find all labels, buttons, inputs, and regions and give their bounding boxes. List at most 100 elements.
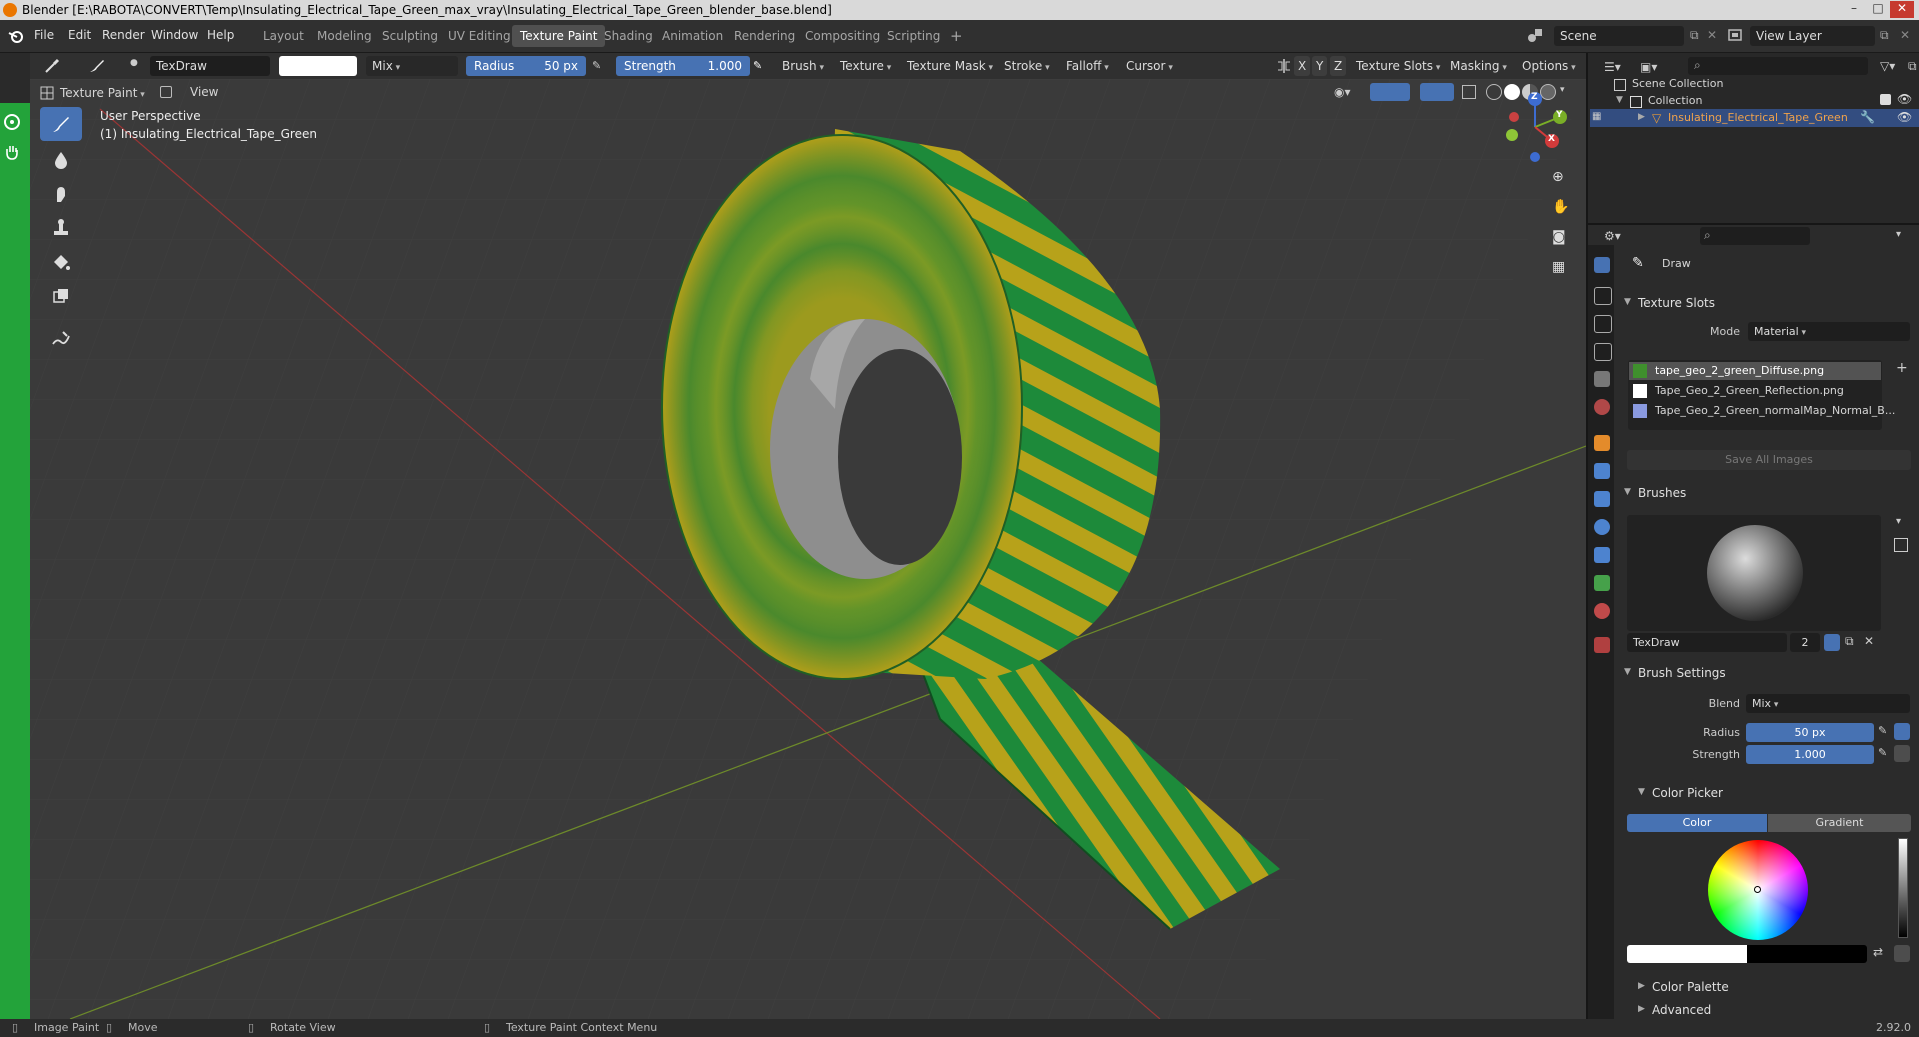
texture-slot-2[interactable]: Tape_Geo_2_Green_Reflection.png <box>1655 384 1844 397</box>
gizmo-toggle-icon[interactable] <box>1370 83 1410 101</box>
radius-setting-slider[interactable]: 50 px <box>1746 723 1874 742</box>
color-palette-section[interactable]: ▶ Color Palette <box>1634 976 1914 1000</box>
fake-user-shield-icon[interactable] <box>1824 634 1840 651</box>
radius-pressure-icon[interactable]: ✎ <box>592 59 601 72</box>
properties-editor-icon[interactable]: ⚙▾ <box>1604 229 1621 243</box>
tab-rendering[interactable]: Rendering <box>726 25 803 47</box>
output-tab-icon[interactable] <box>1594 315 1612 333</box>
object-visibility-icon[interactable]: 👁 <box>1897 110 1912 124</box>
new-view-layer-icon[interactable]: ⧉ <box>1880 28 1889 43</box>
blend-dropdown[interactable]: Mix <box>1746 694 1910 713</box>
color-options-icon[interactable] <box>1894 945 1910 962</box>
color-tab[interactable]: Color <box>1627 814 1767 832</box>
radius-pressure-toggle-icon[interactable]: ✎ <box>1878 724 1887 737</box>
primary-secondary-color-bar[interactable] <box>1627 945 1867 963</box>
mirror-x-toggle[interactable]: X <box>1294 56 1311 76</box>
view-layer-field[interactable]: View Layer <box>1750 26 1875 46</box>
maximize-button[interactable]: □ <box>1866 1 1890 18</box>
texture-slots-section[interactable]: ▼ Texture Slots <box>1620 292 1919 316</box>
pan-view-icon[interactable]: ✋ <box>1552 199 1569 215</box>
material-tab-icon[interactable] <box>1594 603 1610 619</box>
object-expand-arrow[interactable]: ▶ <box>1638 112 1645 122</box>
brush-color-swatch[interactable] <box>279 56 357 76</box>
constraints-tab-icon[interactable] <box>1594 547 1610 563</box>
mask-tool-button[interactable] <box>40 279 82 313</box>
options-menu[interactable]: Options <box>1518 56 1580 76</box>
tab-uv-editing[interactable]: UV Editing <box>440 25 519 47</box>
navigation-gizmo[interactable]: Z Y X <box>1500 89 1570 164</box>
tab-animation[interactable]: Animation <box>654 25 731 47</box>
data-tab-icon[interactable] <box>1594 575 1610 591</box>
tab-modeling[interactable]: Modeling <box>309 25 380 47</box>
collection-expand-arrow[interactable]: ▼ <box>1616 95 1623 105</box>
color-wheel[interactable] <box>1708 840 1808 940</box>
object-name-label[interactable]: Insulating_Electrical_Tape_Green <box>1668 111 1848 124</box>
brush-list-dropdown-icon[interactable]: ▾ <box>1896 516 1901 527</box>
brush-menu[interactable]: Brush <box>778 56 828 76</box>
tab-sculpting[interactable]: Sculpting <box>374 25 446 47</box>
properties-options-icon[interactable]: ▾ <box>1896 229 1901 240</box>
unlink-brush-icon[interactable]: ✕ <box>1864 634 1874 648</box>
draw-tool-button[interactable] <box>40 107 82 141</box>
mask-toggle-icon[interactable] <box>160 86 172 98</box>
render-tab-icon[interactable] <box>1594 287 1612 305</box>
brush-name-input[interactable]: TexDraw <box>1627 633 1787 652</box>
scene-icon[interactable] <box>1527 27 1543 43</box>
add-workspace-button[interactable]: + <box>942 25 971 47</box>
navigate-icon[interactable] <box>3 113 21 131</box>
clone-tool-button[interactable] <box>40 211 82 245</box>
menu-edit[interactable]: Edit <box>68 28 91 42</box>
tab-texture-paint[interactable]: Texture Paint <box>512 25 606 47</box>
texture-slot-3[interactable]: Tape_Geo_2_Green_normalMap_Normal_B... <box>1655 404 1895 417</box>
delete-scene-icon[interactable]: ✕ <box>1707 28 1717 42</box>
brush-settings-section[interactable]: ▼ Brush Settings <box>1620 662 1919 686</box>
view-layer-tab-icon[interactable] <box>1594 343 1612 361</box>
zoom-icon[interactable]: ⊕ <box>1552 169 1564 185</box>
properties-search-input[interactable] <box>1700 227 1810 245</box>
view-menu[interactable]: View <box>190 85 218 99</box>
physics-tab-icon[interactable] <box>1594 519 1610 535</box>
strength-slider[interactable]: Strength 1.000 <box>616 56 750 76</box>
tab-compositing[interactable]: Compositing <box>797 25 888 47</box>
delete-view-layer-icon[interactable]: ✕ <box>1900 28 1910 42</box>
scene-name-field[interactable]: Scene <box>1554 26 1684 46</box>
xray-toggle-icon[interactable] <box>1462 85 1476 99</box>
minimize-button[interactable]: – <box>1842 1 1866 18</box>
swap-colors-icon[interactable]: ⇄ <box>1873 945 1883 959</box>
outliner-search-input[interactable] <box>1688 57 1868 75</box>
tab-scripting[interactable]: Scripting <box>879 25 948 47</box>
annotate-tool-button[interactable] <box>40 321 82 355</box>
brush-image-icon[interactable] <box>1894 538 1908 552</box>
duplicate-brush-icon[interactable]: ⧉ <box>1845 634 1854 649</box>
collection-checkbox[interactable] <box>1880 94 1891 105</box>
color-picker-section[interactable]: ▼ Color Picker <box>1634 782 1914 806</box>
visibility-icon[interactable]: ◉▾ <box>1334 85 1351 99</box>
brush-name-field[interactable]: TexDraw <box>150 56 270 76</box>
camera-view-icon[interactable]: ◙ <box>1552 229 1566 245</box>
texture-menu[interactable]: Texture <box>836 56 895 76</box>
strength-pressure-toggle-icon[interactable]: ✎ <box>1878 746 1887 759</box>
stroke-menu[interactable]: Stroke <box>1000 56 1054 76</box>
masking-menu[interactable]: Masking <box>1446 56 1511 76</box>
color-wheel-cursor[interactable] <box>1754 886 1761 893</box>
texture-tab-icon[interactable] <box>1594 637 1610 653</box>
falloff-menu[interactable]: Falloff <box>1062 56 1113 76</box>
cursor-menu[interactable]: Cursor <box>1122 56 1177 76</box>
brush-preview-box[interactable] <box>1627 515 1881 631</box>
world-tab-icon[interactable] <box>1594 399 1610 415</box>
menu-help[interactable]: Help <box>207 28 234 42</box>
symmetry-icon[interactable] <box>1276 58 1292 74</box>
texture-mask-menu[interactable]: Texture Mask <box>903 56 997 76</box>
texture-mode-dropdown[interactable]: Material <box>1748 322 1910 341</box>
menu-render[interactable]: Render <box>102 28 145 42</box>
radius-unit-toggle-icon[interactable] <box>1894 723 1910 740</box>
soften-tool-button[interactable] <box>40 143 82 177</box>
modifier-tab-icon[interactable] <box>1594 463 1610 479</box>
save-all-images-button[interactable]: Save All Images <box>1627 450 1911 470</box>
blend-mode-dropdown[interactable]: Mix <box>366 56 458 76</box>
blender-menu-icon[interactable] <box>8 28 24 44</box>
new-collection-icon[interactable]: ⧉ <box>1908 59 1917 74</box>
brush-datablock-icon[interactable]: ● <box>130 58 142 74</box>
view-layer-icon[interactable] <box>1727 27 1743 43</box>
gradient-tab[interactable]: Gradient <box>1768 814 1911 832</box>
